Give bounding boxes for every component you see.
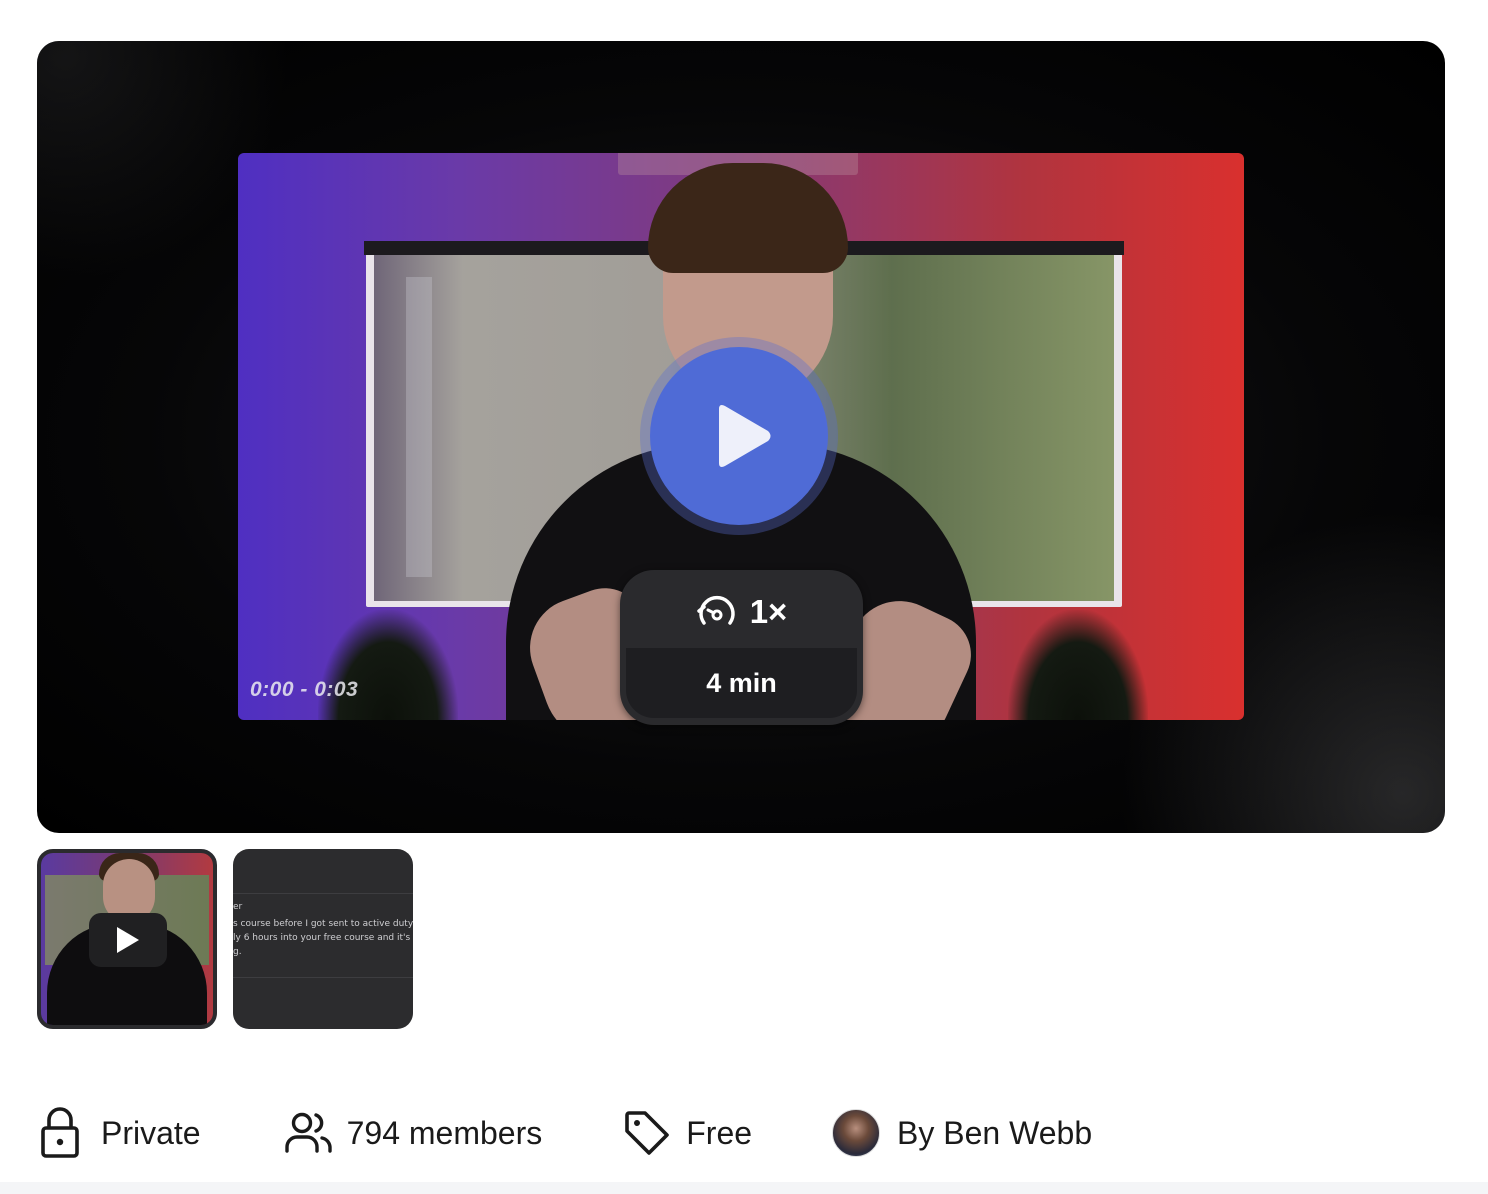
users-icon [283,1111,335,1155]
author-label: By Ben Webb [897,1114,1093,1151]
video-player[interactable]: 0:00 - 0:03 1× 4 min [37,41,1445,833]
page-bottom-strip [0,1182,1488,1194]
thumbnail-image[interactable]: er s course before I got sent to active … [233,849,413,1029]
presenter-hair [648,163,848,273]
playback-info-pill[interactable]: 1× 4 min [620,570,863,725]
price-label: Free [686,1114,753,1151]
play-icon [117,927,139,953]
duration-label: 4 min [706,667,777,698]
speed-label: 1× [749,593,788,630]
plant-right [1008,610,1148,720]
course-page: 0:00 - 0:03 1× 4 min er s course before … [0,0,1488,1194]
duration-row: 4 min [626,648,857,718]
price-info: Free [622,1109,752,1157]
thumbnail-video[interactable] [37,849,217,1029]
privacy-label: Private [101,1114,201,1151]
author-info[interactable]: By Ben Webb [832,1109,1092,1157]
thumbnail-divider [233,893,413,894]
thumbnail-text-line: er [233,902,243,912]
lock-icon [37,1107,83,1159]
thumbnail-divider [233,977,413,978]
window-pillar [406,277,432,577]
speed-control[interactable]: 1× [626,576,857,648]
play-icon [719,405,771,467]
thumbnail-text-line: g. [233,947,242,957]
course-info-bar: Private 794 members Free By Ben Webb [37,1100,1092,1166]
thumbnail-text-line: ly 6 hours into your free course and it'… [233,933,413,943]
avatar[interactable] [832,1109,881,1157]
thumbnail-text-line: s course before I got sent to active dut… [233,919,413,929]
plant-left [318,610,458,720]
gauge-icon [696,595,735,625]
thumbnail-play-badge [89,913,167,967]
play-button[interactable] [640,337,838,535]
video-timecode: 0:00 - 0:03 [250,678,359,701]
members-info[interactable]: 794 members [283,1111,543,1155]
tag-icon [622,1109,672,1157]
members-label: 794 members [346,1114,543,1151]
privacy-info: Private [37,1107,201,1159]
play-button-inner [650,347,828,525]
